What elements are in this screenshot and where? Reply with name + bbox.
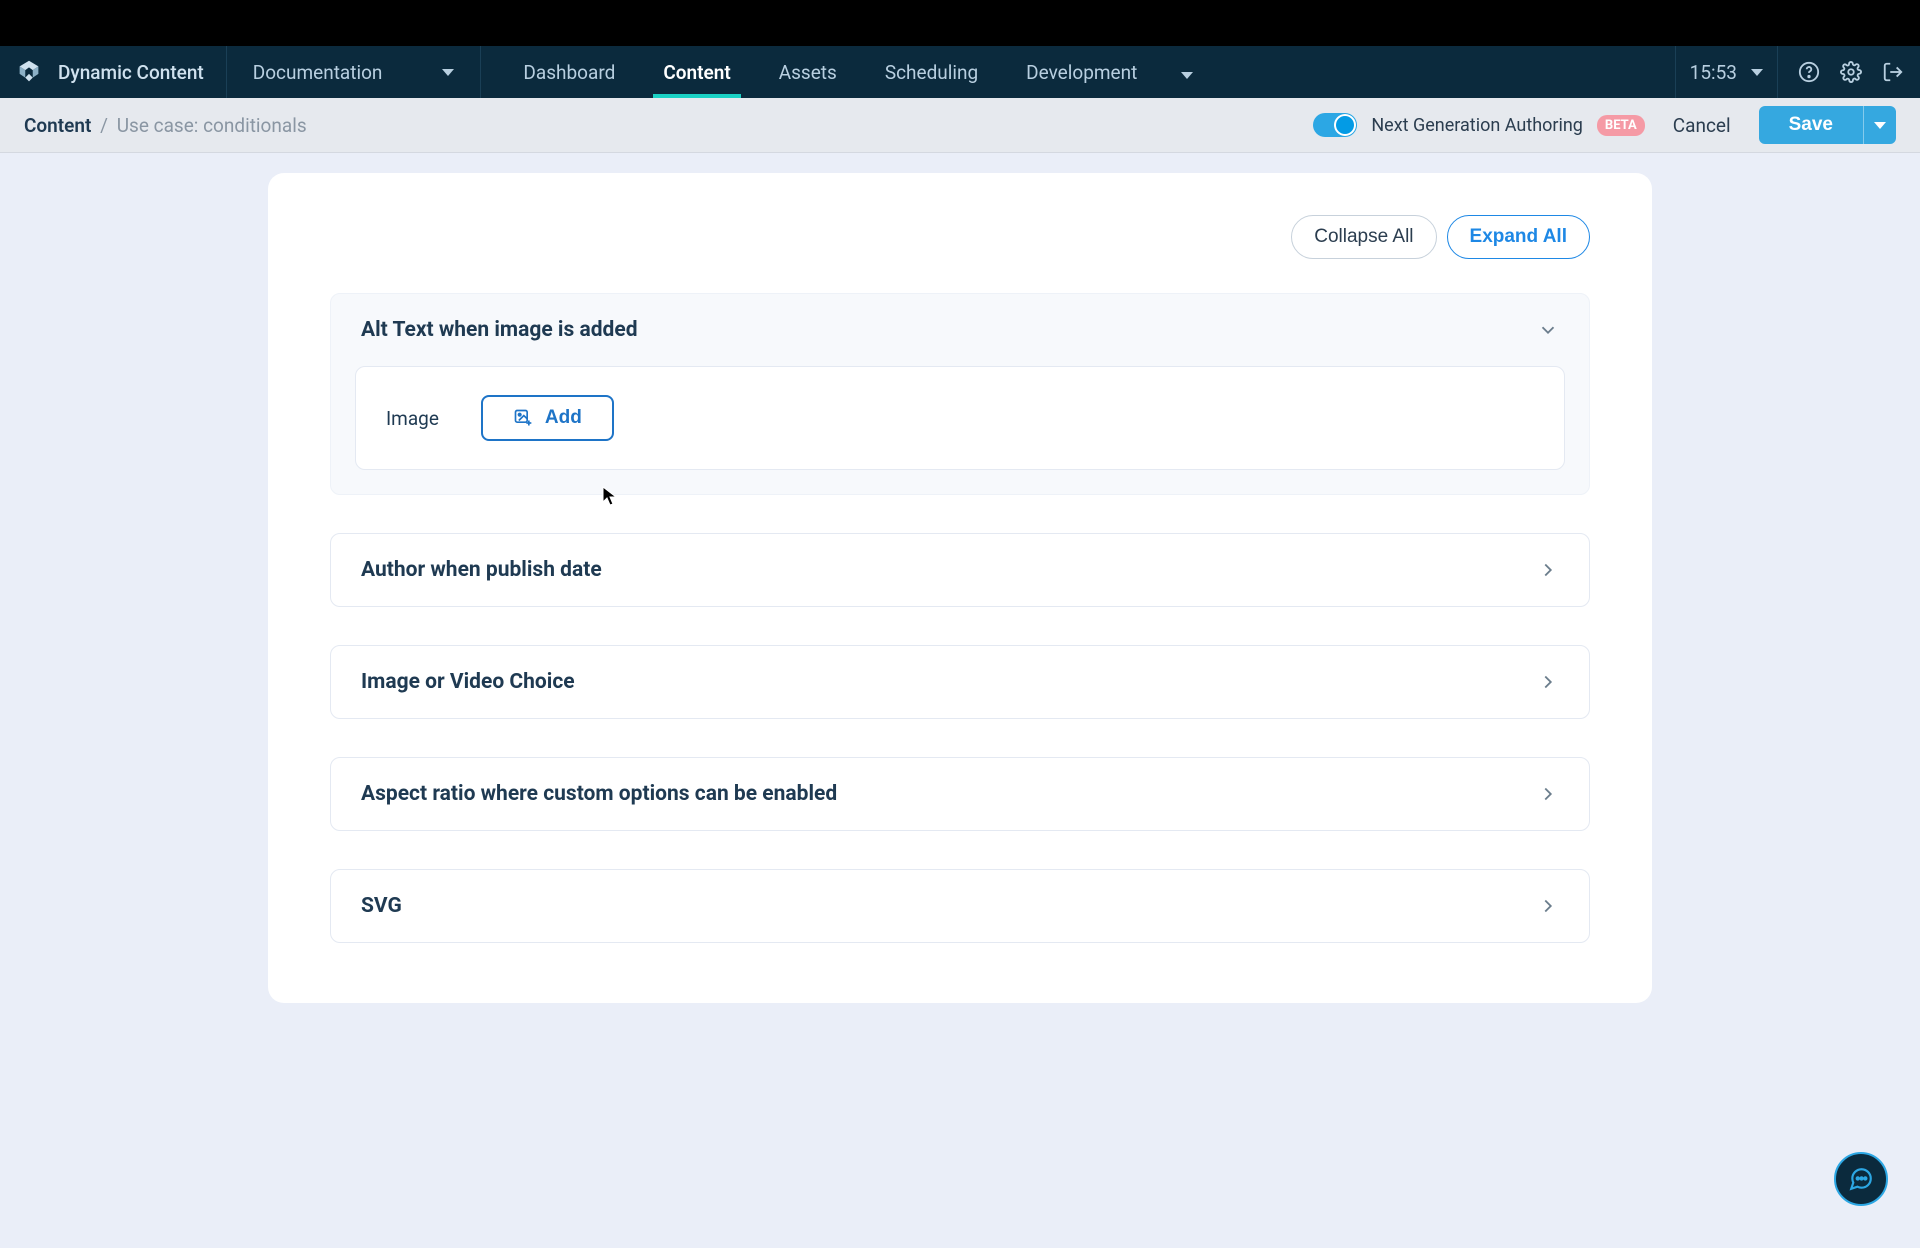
section-header[interactable]: Author when publish date [331,534,1589,606]
save-button-group: Save [1759,106,1896,144]
field-label: Image [386,407,439,430]
chevron-down-icon [1181,72,1193,79]
nav-content[interactable]: Content [639,46,754,98]
chevron-down-icon [1537,319,1559,341]
collapse-all-button[interactable]: Collapse All [1291,215,1436,259]
brand-name: Dynamic Content [58,61,204,84]
add-button-label: Add [545,407,582,429]
section-aspect-ratio: Aspect ratio where custom options can be… [330,757,1590,831]
app-header: Dynamic Content Documentation Dashboard … [0,46,1920,98]
breadcrumb-current: Use case: conditionals [117,114,307,137]
brand-cell: Dynamic Content [0,46,227,98]
breadcrumb: Content / Use case: conditionals [24,114,307,137]
nga-label: Next Generation Authoring [1371,115,1583,136]
toggle-knob [1334,114,1356,136]
nav-more-dropdown[interactable] [1161,61,1213,84]
chevron-down-icon [1874,122,1886,129]
add-image-button[interactable]: Add [481,395,614,441]
logout-icon[interactable] [1882,61,1904,83]
beta-badge: BETA [1597,115,1645,136]
hub-selector-label: Documentation [253,61,383,84]
section-title: Alt Text when image is added [361,318,638,342]
section-alt-text: Alt Text when image is added Image Add [330,293,1590,495]
header-right: 15:53 [1675,46,1920,98]
section-title: Image or Video Choice [361,670,575,694]
nav-assets[interactable]: Assets [755,46,861,98]
chevron-right-icon [1537,559,1559,581]
nav-development[interactable]: Development [1002,46,1161,98]
nga-toggle[interactable] [1313,113,1357,137]
expand-collapse-controls: Collapse All Expand All [330,215,1590,259]
save-button[interactable]: Save [1759,106,1863,144]
chevron-right-icon [1537,671,1559,693]
save-dropdown-button[interactable] [1863,106,1896,144]
section-header[interactable]: Image or Video Choice [331,646,1589,718]
subheader-actions: Next Generation Authoring BETA Cancel Sa… [1313,106,1896,144]
nav-dashboard[interactable]: Dashboard [499,46,639,98]
sub-header: Content / Use case: conditionals Next Ge… [0,98,1920,153]
section-svg: SVG [330,869,1590,943]
macos-blackbar [0,0,1920,46]
field-image: Image Add [355,366,1565,470]
section-header[interactable]: SVG [331,870,1589,942]
chat-support-button[interactable] [1834,1152,1888,1206]
section-header[interactable]: Aspect ratio where custom options can be… [331,758,1589,830]
settings-icon[interactable] [1840,61,1862,83]
time-selector[interactable]: 15:53 [1675,46,1778,98]
section-title: SVG [361,894,402,918]
help-icon[interactable] [1798,61,1820,83]
hub-selector-dropdown[interactable]: Documentation [227,46,482,98]
section-header[interactable]: Alt Text when image is added [331,294,1589,366]
nav-scheduling[interactable]: Scheduling [861,46,1002,98]
image-add-icon [513,408,533,428]
content-card: Collapse All Expand All Alt Text when im… [268,173,1652,1003]
chevron-down-icon [442,69,454,76]
chevron-right-icon [1537,895,1559,917]
primary-nav: Dashboard Content Assets Scheduling Deve… [481,46,1213,98]
time-label: 15:53 [1690,61,1737,84]
breadcrumb-separator: / [96,114,112,137]
breadcrumb-root[interactable]: Content [24,114,91,137]
section-image-video: Image or Video Choice [330,645,1590,719]
brand-logo-icon [14,57,44,87]
nga-toggle-group: Next Generation Authoring BETA [1313,113,1644,137]
cancel-button[interactable]: Cancel [1663,114,1741,137]
expand-all-button[interactable]: Expand All [1447,215,1590,259]
section-title: Aspect ratio where custom options can be… [361,782,837,806]
section-title: Author when publish date [361,558,602,582]
section-author: Author when publish date [330,533,1590,607]
chevron-down-icon [1751,69,1763,76]
chevron-right-icon [1537,783,1559,805]
